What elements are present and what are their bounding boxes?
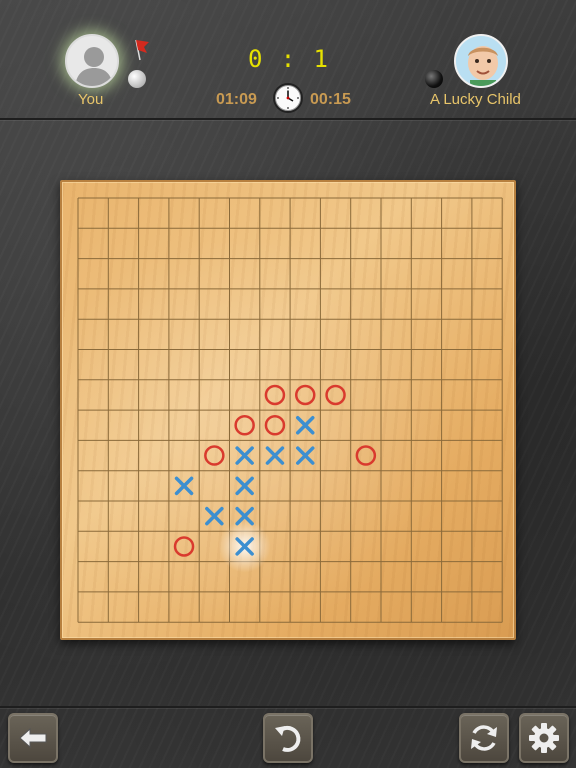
player-you-avatar <box>65 34 119 88</box>
white-stone-icon <box>128 70 146 88</box>
arrow-left-icon <box>19 727 47 749</box>
piece-o <box>204 445 225 466</box>
timer-opponent: 00:15 <box>310 91 351 108</box>
back-button[interactable] <box>8 713 58 763</box>
undo-icon <box>275 726 301 752</box>
score-separator: : <box>280 45 296 73</box>
piece-o <box>173 536 195 557</box>
player-opponent-name: A Lucky Child <box>430 91 521 108</box>
score-you: 0 <box>248 45 263 73</box>
undo-button[interactable] <box>263 713 313 763</box>
piece-x <box>296 416 315 435</box>
header-bar: You 0 : 1 01:09 00:15 A Lucky Child <box>0 0 576 120</box>
game-board[interactable] <box>60 180 516 640</box>
timer-you: 01:09 <box>216 91 257 108</box>
piece-x <box>205 506 224 526</box>
restart-button[interactable] <box>459 713 509 763</box>
piece-x <box>174 476 194 496</box>
child-avatar <box>456 36 506 86</box>
flag-icon <box>135 39 149 61</box>
black-stone-icon <box>425 70 443 88</box>
piece-o <box>234 415 255 436</box>
player-opponent-avatar <box>454 34 508 88</box>
settings-button[interactable] <box>519 713 569 763</box>
score-display: 0 : 1 <box>248 45 328 73</box>
piece-x <box>235 476 254 496</box>
piece-o <box>325 384 346 406</box>
user-silhouette-icon <box>75 47 113 86</box>
piece-x <box>296 446 315 465</box>
clock-icon <box>273 83 303 113</box>
piece-o <box>295 384 316 406</box>
piece-o <box>264 415 286 436</box>
piece-o <box>355 445 377 466</box>
board-grid[interactable] <box>62 182 514 638</box>
piece-x <box>265 446 285 465</box>
refresh-icon <box>471 725 497 751</box>
piece-o <box>264 384 286 406</box>
gear-icon <box>529 723 559 753</box>
piece-x <box>235 446 254 465</box>
player-you-name: You <box>78 91 104 108</box>
score-opponent: 1 <box>313 45 328 73</box>
